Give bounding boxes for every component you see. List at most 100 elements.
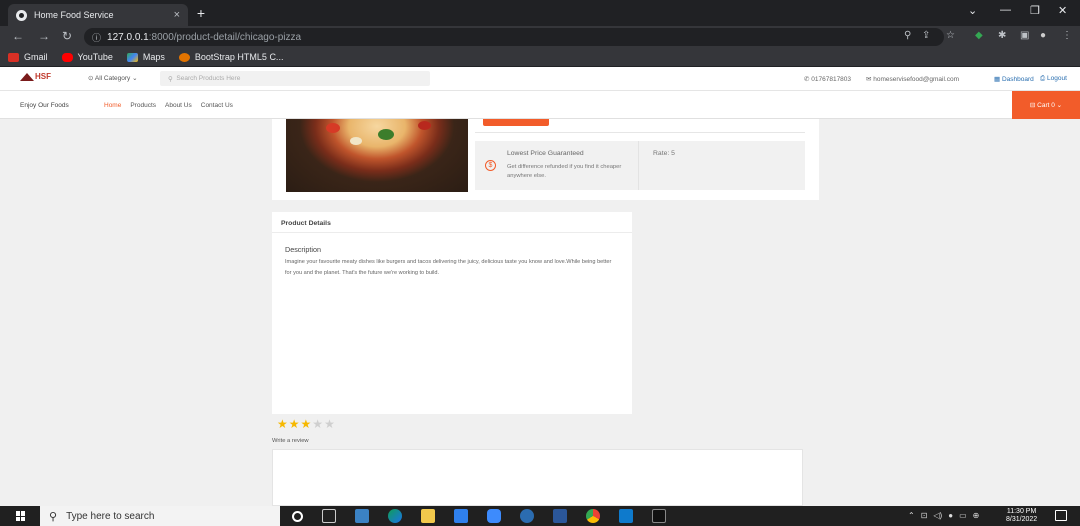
star-icon[interactable]: ★ bbox=[324, 417, 335, 431]
info-icon[interactable]: ⓘ bbox=[92, 31, 101, 44]
zoom-app-icon[interactable] bbox=[487, 509, 501, 523]
star-icon[interactable]: ★ bbox=[312, 417, 323, 431]
product-search-input[interactable]: ⚲ Search Products Here bbox=[160, 71, 430, 86]
logo-text: HSF bbox=[35, 72, 51, 81]
signal-icon[interactable] bbox=[520, 509, 534, 523]
windows-start-icon[interactable] bbox=[16, 511, 26, 521]
cart-button[interactable]: ⊟ Cart 0 ⌄ bbox=[1012, 91, 1080, 119]
search-placeholder: Search Products Here bbox=[176, 75, 241, 82]
nav-about-us[interactable]: About Us bbox=[165, 102, 192, 109]
dashboard-icon: ▦ bbox=[994, 76, 1002, 83]
nav-contact-us[interactable]: Contact Us bbox=[201, 102, 233, 109]
dashboard-link[interactable]: ▦ Dashboard bbox=[994, 75, 1034, 83]
taskbar-search-input[interactable]: ⚲ Type here to search bbox=[40, 506, 280, 526]
volume-icon[interactable]: ◁) bbox=[933, 511, 942, 520]
main-nav: Home Products About Us Contact Us bbox=[104, 102, 242, 109]
dollar-icon: $ bbox=[485, 160, 496, 171]
site-navbar: Enjoy Our Foods Home Products About Us C… bbox=[0, 91, 1080, 119]
network-icon[interactable]: ⊡ bbox=[921, 511, 928, 520]
logout-link[interactable]: ⎙ Logout bbox=[1040, 75, 1067, 83]
widgets-icon[interactable] bbox=[355, 509, 369, 523]
chevron-up-icon[interactable]: ⌃ bbox=[908, 511, 915, 520]
site-logo[interactable]: HSF bbox=[20, 72, 51, 81]
description-text: Imagine your favourite meaty dishes like… bbox=[285, 259, 612, 276]
windows-taskbar: ⚲ Type here to search ⌃ ⊡ ◁) ● ▭ ⊕ 11:30… bbox=[0, 506, 1080, 526]
nav-home[interactable]: Home bbox=[104, 102, 121, 109]
bookmark-label: Gmail bbox=[24, 52, 48, 62]
product-rate: Rate: 5 bbox=[653, 150, 675, 157]
chevron-down-icon: ⌄ bbox=[1054, 102, 1063, 109]
chevron-down-icon: ⌄ bbox=[130, 75, 138, 82]
category-dropdown[interactable]: ⊙ All Category ⌄ bbox=[88, 74, 138, 82]
tray-app-icon[interactable]: ● bbox=[948, 511, 953, 520]
star-icon[interactable]: ★ bbox=[301, 417, 312, 431]
cart-icon: ⊟ bbox=[1029, 102, 1038, 109]
star-icon[interactable]: ★ bbox=[289, 417, 300, 431]
browser-tab[interactable]: Home Food Service × bbox=[8, 4, 188, 26]
back-arrow-icon[interactable]: ← bbox=[12, 29, 24, 43]
sidepanel-icon[interactable]: ▣ bbox=[1020, 30, 1029, 41]
star-icon[interactable]: ★ bbox=[277, 417, 288, 431]
taskbar-clock[interactable]: 11:30 PM 8/31/2022 bbox=[1006, 508, 1037, 524]
add-to-cart-button[interactable] bbox=[483, 119, 549, 126]
task-view-icon[interactable] bbox=[322, 509, 336, 523]
description-title: Description bbox=[285, 245, 321, 254]
terminal-icon[interactable] bbox=[652, 509, 666, 523]
guarantee-title: Lowest Price Guaranteed bbox=[507, 150, 584, 157]
site-top-header: HSF ⊙ All Category ⌄ ⚲ Search Products H… bbox=[0, 67, 1080, 91]
minimize-icon[interactable]: — bbox=[1000, 4, 1011, 16]
profile-avatar-icon[interactable]: ● bbox=[1040, 30, 1046, 41]
forward-arrow-icon[interactable]: → bbox=[38, 29, 50, 43]
bookmarks-bar: Gmail YouTube Maps BootStrap HTML5 C... bbox=[0, 48, 1080, 67]
email-contact: ✉ homeservisefood@gmail.com bbox=[866, 75, 959, 83]
file-explorer-icon[interactable] bbox=[421, 509, 435, 523]
bookmark-maps[interactable]: Maps bbox=[126, 52, 165, 62]
menu-dots-icon[interactable]: ⋮ bbox=[1062, 30, 1072, 41]
bookmark-bootstrap[interactable]: BootStrap HTML5 C... bbox=[178, 52, 283, 62]
bookmark-label: YouTube bbox=[77, 52, 113, 62]
reload-icon[interactable]: ↻ bbox=[62, 29, 72, 43]
browser-tab-bar: Home Food Service × + ⌄ — ❐ ✕ bbox=[0, 0, 1080, 26]
globe-icon[interactable]: ⊕ bbox=[973, 511, 980, 520]
word-icon[interactable] bbox=[553, 509, 567, 523]
nav-products[interactable]: Products bbox=[130, 102, 156, 109]
phone-number: 01767817803 bbox=[811, 76, 852, 83]
bookmark-youtube[interactable]: YouTube bbox=[61, 52, 113, 62]
tab-title: Home Food Service bbox=[34, 10, 114, 20]
window-close-icon[interactable]: ✕ bbox=[1058, 4, 1067, 17]
details-heading: Product Details bbox=[272, 212, 632, 233]
mail-icon[interactable] bbox=[454, 509, 468, 523]
address-bar[interactable]: ⓘ 127.0.0.1 :8000/product-detail/chicago… bbox=[84, 28, 944, 46]
new-tab-button[interactable]: + bbox=[192, 5, 210, 21]
category-label: All Category bbox=[94, 75, 131, 82]
pizza-topping bbox=[326, 123, 340, 133]
pizza-topping bbox=[350, 137, 362, 145]
rating-stars[interactable]: ★ ★ ★ ★ ★ bbox=[277, 417, 336, 431]
edge-icon[interactable] bbox=[388, 509, 402, 523]
puzzle-icon[interactable]: ✱ bbox=[998, 30, 1006, 41]
product-image bbox=[286, 119, 468, 192]
browser-toolbar: ← → ↻ ⓘ 127.0.0.1 :8000/product-detail/c… bbox=[0, 26, 1080, 48]
search-icon: ⚲ bbox=[168, 75, 177, 83]
price-guarantee-box: $ Lowest Price Guaranteed Get difference… bbox=[475, 141, 805, 190]
review-textarea[interactable] bbox=[272, 449, 803, 506]
phone-contact: ✆ 01767817803 bbox=[804, 75, 851, 83]
site-tagline: Enjoy Our Foods bbox=[20, 102, 69, 109]
extension-icon[interactable]: ◆ bbox=[975, 30, 983, 41]
chrome-icon[interactable] bbox=[586, 509, 600, 523]
share-icon[interactable]: ⇪ bbox=[922, 30, 930, 41]
cortana-icon[interactable] bbox=[292, 510, 303, 522]
bookmark-star-icon[interactable]: ☆ bbox=[946, 30, 955, 41]
tab-close-icon[interactable]: × bbox=[174, 9, 180, 21]
maximize-icon[interactable]: ❐ bbox=[1030, 4, 1040, 17]
review-label: Write a review bbox=[272, 438, 309, 444]
maps-icon bbox=[126, 52, 138, 62]
battery-icon[interactable]: ▭ bbox=[959, 511, 967, 520]
tab-search-icon[interactable]: ⌄ bbox=[968, 4, 977, 17]
notification-icon[interactable] bbox=[1055, 510, 1067, 521]
search-icon: ⚲ bbox=[49, 510, 58, 523]
bookmark-gmail[interactable]: Gmail bbox=[8, 52, 48, 62]
dashboard-label: Dashboard bbox=[1001, 76, 1034, 83]
zoom-icon[interactable]: ⚲ bbox=[904, 30, 911, 41]
vscode-icon[interactable] bbox=[619, 509, 633, 523]
